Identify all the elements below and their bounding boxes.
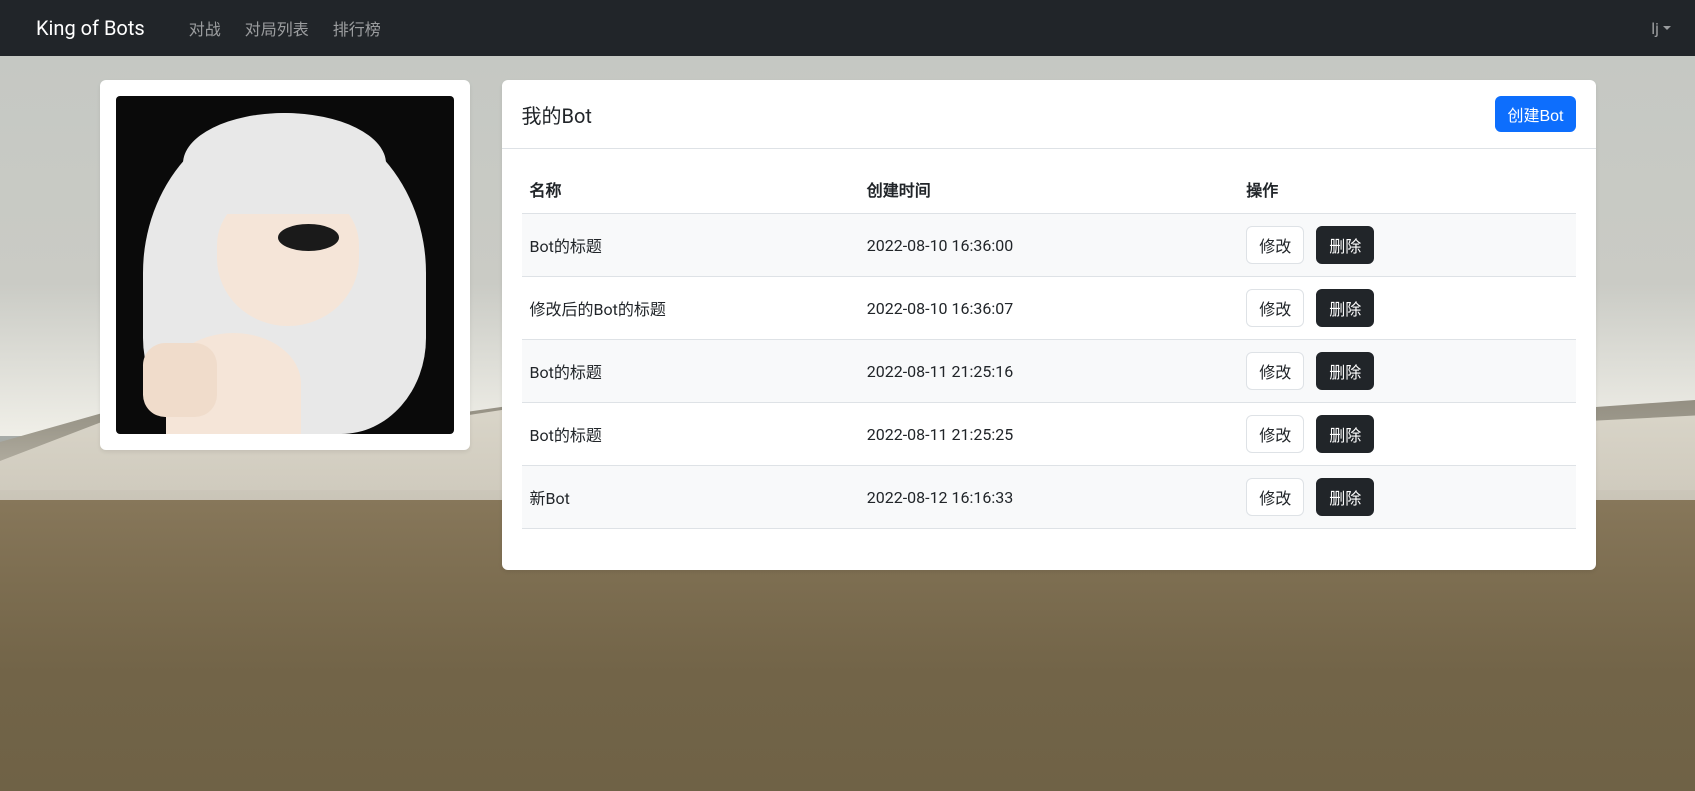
- table-row: 新Bot2022-08-12 16:16:33修改删除: [522, 466, 1576, 529]
- cell-ops: 修改删除: [1238, 340, 1575, 403]
- nav-link-battle[interactable]: 对战: [181, 8, 229, 48]
- cell-time: 2022-08-10 16:36:07: [859, 277, 1238, 340]
- edit-button[interactable]: 修改: [1246, 226, 1304, 264]
- cell-ops: 修改删除: [1238, 277, 1575, 340]
- table-row: 修改后的Bot的标题2022-08-10 16:36:07修改删除: [522, 277, 1576, 340]
- delete-button[interactable]: 删除: [1316, 415, 1374, 453]
- th-time: 创建时间: [859, 165, 1238, 214]
- th-ops: 操作: [1238, 165, 1575, 214]
- cell-time: 2022-08-10 16:36:00: [859, 214, 1238, 277]
- table-row: Bot的标题2022-08-11 21:25:16修改删除: [522, 340, 1576, 403]
- delete-button[interactable]: 删除: [1316, 226, 1374, 264]
- brand-link[interactable]: King of Bots: [16, 16, 165, 40]
- cell-ops: 修改删除: [1238, 214, 1575, 277]
- edit-button[interactable]: 修改: [1246, 478, 1304, 516]
- cell-ops: 修改删除: [1238, 403, 1575, 466]
- delete-button[interactable]: 删除: [1316, 289, 1374, 327]
- cell-time: 2022-08-11 21:25:16: [859, 340, 1238, 403]
- nav-link-ranklist[interactable]: 排行榜: [325, 8, 389, 48]
- cell-name: Bot的标题: [522, 214, 859, 277]
- cell-name: Bot的标题: [522, 340, 859, 403]
- avatar-card: [100, 80, 470, 450]
- edit-button[interactable]: 修改: [1246, 289, 1304, 327]
- navbar: King of Bots 对战 对局列表 排行榜 lj: [0, 0, 1695, 56]
- create-bot-button[interactable]: 创建Bot: [1495, 96, 1575, 132]
- th-name: 名称: [522, 165, 859, 214]
- edit-button[interactable]: 修改: [1246, 415, 1304, 453]
- cell-name: 新Bot: [522, 466, 859, 529]
- user-name: lj: [1651, 19, 1659, 38]
- nav-link-records[interactable]: 对局列表: [237, 8, 317, 48]
- cell-time: 2022-08-11 21:25:25: [859, 403, 1238, 466]
- cell-time: 2022-08-12 16:16:33: [859, 466, 1238, 529]
- cell-name: 修改后的Bot的标题: [522, 277, 859, 340]
- delete-button[interactable]: 删除: [1316, 352, 1374, 390]
- cell-ops: 修改删除: [1238, 466, 1575, 529]
- card-header: 我的Bot 创建Bot: [502, 80, 1596, 149]
- edit-button[interactable]: 修改: [1246, 352, 1304, 390]
- chevron-down-icon: [1663, 26, 1671, 30]
- delete-button[interactable]: 删除: [1316, 478, 1374, 516]
- user-dropdown[interactable]: lj: [1643, 11, 1679, 46]
- table-row: Bot的标题2022-08-10 16:36:00修改删除: [522, 214, 1576, 277]
- card-title: 我的Bot: [522, 100, 592, 129]
- avatar-image: [116, 96, 454, 434]
- cell-name: Bot的标题: [522, 403, 859, 466]
- bot-table: 名称 创建时间 操作 Bot的标题2022-08-10 16:36:00修改删除…: [522, 165, 1576, 529]
- table-row: Bot的标题2022-08-11 21:25:25修改删除: [522, 403, 1576, 466]
- bot-list-card: 我的Bot 创建Bot 名称 创建时间 操作 Bot的标题2022-08-10 …: [502, 80, 1596, 570]
